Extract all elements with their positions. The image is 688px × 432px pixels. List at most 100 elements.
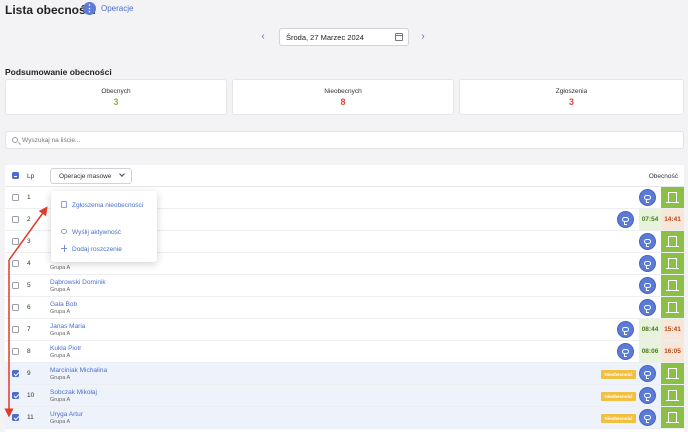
select-all-checkbox[interactable] xyxy=(12,172,19,179)
row-checkbox[interactable] xyxy=(12,238,19,245)
student-name-link[interactable]: Uryga Artur xyxy=(50,411,83,418)
chat-icon[interactable] xyxy=(639,255,656,272)
table-row[interactable]: 7 Janas Maria Grupa A 08:44 15:41 xyxy=(5,319,684,341)
summary-label: Nieobecnych xyxy=(324,88,362,95)
row-checkbox[interactable] xyxy=(12,392,19,399)
row-lp: 10 xyxy=(27,392,35,399)
table-row[interactable]: 5 Dąbrowski Dominik Grupa A xyxy=(5,275,684,297)
chevron-left-icon[interactable]: ‹ xyxy=(258,31,268,42)
chat-bubble-icon xyxy=(622,326,629,335)
chat-icon[interactable] xyxy=(639,365,656,382)
time-out: 16:05 xyxy=(661,341,684,362)
row-lp: 5 xyxy=(27,282,31,289)
chevron-down-icon xyxy=(119,171,125,177)
calendar-icon[interactable] xyxy=(395,33,403,41)
mark-present-button[interactable] xyxy=(661,407,684,428)
row-checkbox[interactable] xyxy=(12,414,19,421)
chat-icon xyxy=(61,229,67,234)
row-checkbox[interactable] xyxy=(12,326,19,333)
chat-bubble-icon xyxy=(644,370,651,379)
table-row[interactable]: 8 Kukla Piotr Grupa A 08:06 16:05 xyxy=(5,341,684,363)
chevron-right-icon[interactable]: › xyxy=(418,31,428,42)
mark-present-button[interactable] xyxy=(661,187,684,208)
plus-icon xyxy=(61,245,67,252)
column-attendance: Obecność xyxy=(648,173,678,180)
dots-vertical-icon[interactable]: ⋮ xyxy=(83,2,96,15)
mass-operations-button[interactable]: Operacje masowe xyxy=(50,168,132,184)
search-input[interactable] xyxy=(22,134,662,147)
student-name-link[interactable]: Janas Maria xyxy=(50,323,85,330)
mark-present-button[interactable] xyxy=(661,231,684,252)
table-row[interactable]: 10 Sobczak Mikołaj Grupa A Nieobecność xyxy=(5,385,684,407)
row-lp: 1 xyxy=(27,194,31,201)
student-name-link[interactable]: Marciniak Michalina xyxy=(50,367,107,374)
mass-operations-menu: Zgłoszenia nieobecności Wyślij aktywność… xyxy=(51,191,157,262)
row-lp: 2 xyxy=(27,216,31,223)
mass-operations-label: Operacje masowe xyxy=(59,173,112,180)
absence-badge: Nieobecność xyxy=(601,370,636,379)
mark-present-button[interactable] xyxy=(661,385,684,406)
time-out: 15:41 xyxy=(661,319,684,340)
student-name-link[interactable]: Dąbrowski Dominik xyxy=(50,279,106,286)
row-checkbox[interactable] xyxy=(12,348,19,355)
student-name-link[interactable]: Sobczak Mikołaj xyxy=(50,389,97,396)
menu-item-label: Dodaj roszczenie xyxy=(72,246,122,253)
row-lp: 9 xyxy=(27,370,31,377)
chat-bubble-icon xyxy=(644,392,651,401)
chat-bubble-icon xyxy=(644,238,651,247)
chat-icon[interactable] xyxy=(639,409,656,426)
chat-icon[interactable] xyxy=(617,343,634,360)
summary-value: 3 xyxy=(568,97,574,107)
student-group: Grupa A xyxy=(50,419,71,425)
mark-present-button[interactable] xyxy=(661,297,684,318)
row-lp: 4 xyxy=(27,260,31,267)
chat-icon[interactable] xyxy=(639,387,656,404)
chat-icon[interactable] xyxy=(617,211,634,228)
chat-icon[interactable] xyxy=(639,277,656,294)
summary-title: Podsumowanie obecności xyxy=(5,67,112,77)
chat-bubble-icon xyxy=(622,216,629,225)
chat-icon[interactable] xyxy=(639,189,656,206)
door-icon xyxy=(666,236,679,247)
student-group: Grupa A xyxy=(50,309,71,315)
table-row[interactable]: 6 Gala Bob Grupa A xyxy=(5,297,684,319)
chat-icon[interactable] xyxy=(617,321,634,338)
row-checkbox[interactable] xyxy=(12,304,19,311)
student-name-link[interactable]: Gala Bob xyxy=(50,301,77,308)
mark-present-button[interactable] xyxy=(661,253,684,274)
chat-icon[interactable] xyxy=(639,299,656,316)
door-icon xyxy=(666,258,679,269)
door-icon xyxy=(666,302,679,313)
mark-present-button[interactable] xyxy=(661,363,684,384)
row-lp: 8 xyxy=(27,348,31,355)
chat-icon[interactable] xyxy=(639,233,656,250)
absence-badge: Nieobecność xyxy=(601,414,636,423)
student-name-link[interactable]: Kukla Piotr xyxy=(50,345,81,352)
summary-card-reports: Zgłoszenia 3 xyxy=(459,79,684,115)
chat-bubble-icon xyxy=(644,194,651,203)
door-icon xyxy=(666,368,679,379)
student-group: Grupa A xyxy=(50,375,71,381)
absence-badge: Nieobecność xyxy=(601,392,636,401)
table-header: Lp Operacje masowe Obecność xyxy=(5,165,684,187)
row-checkbox[interactable] xyxy=(12,282,19,289)
table-row[interactable]: 11 Uryga Artur Grupa A Nieobecność xyxy=(5,407,684,429)
summary-label: Zgłoszenia xyxy=(555,88,588,95)
chat-bubble-icon xyxy=(644,414,651,423)
row-checkbox[interactable] xyxy=(12,216,19,223)
row-checkbox[interactable] xyxy=(12,260,19,267)
row-checkbox[interactable] xyxy=(12,194,19,201)
student-group: Grupa A xyxy=(50,287,71,293)
row-checkbox[interactable] xyxy=(12,370,19,377)
chat-bubble-icon xyxy=(644,260,651,269)
row-lp: 3 xyxy=(27,238,31,245)
date-value: Środa, 27 Marzec 2024 xyxy=(286,33,364,42)
operations-link[interactable]: Operacje xyxy=(101,4,133,13)
page-header: Lista obecności ⋮ Operacje xyxy=(0,0,688,20)
student-group: Grupa A xyxy=(50,331,71,337)
table-row[interactable]: 9 Marciniak Michalina Grupa A Nieobecność xyxy=(5,363,684,385)
door-icon xyxy=(666,192,679,203)
time-in: 08:06 xyxy=(639,341,661,362)
mark-present-button[interactable] xyxy=(661,275,684,296)
date-picker[interactable]: Środa, 27 Marzec 2024 xyxy=(279,28,409,46)
